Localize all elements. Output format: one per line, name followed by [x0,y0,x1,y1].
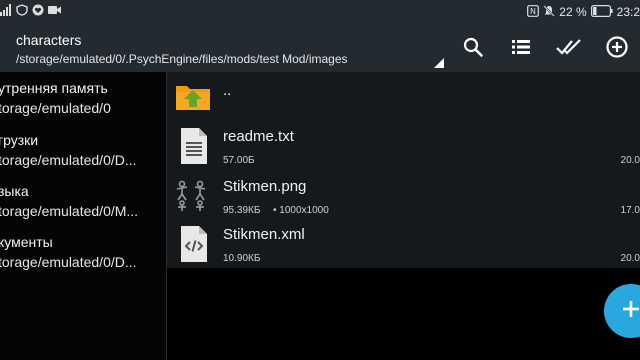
file-name: .. [223,82,232,99]
bookmark-downloads[interactable]: грузки torage/emulated/0/D... [0,124,166,174]
file-list: .. readme.txt 57.00Б 20.0 Stikmen.png 95… [167,72,640,268]
bookmark-path: torage/emulated/0/D... [0,254,137,270]
bookmark-name: утренняя память [0,80,108,96]
add-icon [605,35,629,64]
text-file-icon [173,126,213,166]
bookmark-name: кументы [0,234,53,250]
bookmark-internal-storage[interactable]: утренняя память torage/emulated/0 [0,72,166,122]
mute-icon [543,4,555,20]
battery-text: 22 % [559,5,587,19]
image-dimensions: • 1000x1000 [273,205,329,216]
status-right-area: N 22 % 23:2 [527,4,640,20]
file-row[interactable]: Stikmen.xml 10.90КБ 20.0 [167,220,640,268]
bookmark-documents[interactable]: кументы torage/emulated/0/D... [0,226,166,276]
select-all-icon [556,36,582,63]
file-name: readme.txt [223,128,294,145]
search-button[interactable] [459,35,487,63]
shield-icon [16,3,28,21]
file-date: 20.0 [620,253,640,264]
file-name: Stikmen.png [223,178,307,195]
signal-icon [0,3,12,21]
add-button[interactable] [603,35,631,63]
file-name: Stikmen.xml [223,226,305,243]
file-size: 10.90КБ [223,253,261,264]
bookmark-path: torage/emulated/0 [0,100,111,116]
video-icon [48,3,61,21]
search-icon [462,36,484,63]
folder-up-icon [173,76,213,116]
add-icon [620,298,640,325]
bookmark-name: грузки [0,132,39,148]
heart-icon [32,3,44,21]
file-row[interactable]: readme.txt 57.00Б 20.0 [167,122,640,170]
file-row[interactable]: Stikmen.png 95.39КБ • 1000x1000 17.0 [167,172,640,220]
list-view-button[interactable] [507,35,535,63]
bookmark-music[interactable]: зыка torage/emulated/0/M... [0,175,166,225]
bookmark-path: torage/emulated/0/D... [0,152,137,168]
list-view-icon [510,36,532,63]
code-file-icon [173,224,213,264]
image-thumbnail-icon [173,176,213,216]
app-toolbar: characters /storage/emulated/0/.PsychEng… [0,26,640,72]
file-size: 57.00Б [223,155,255,166]
status-bar: N 22 % 23:2 [0,0,640,26]
file-date: 20.0 [620,155,640,166]
file-size: 95.39КБ [223,205,261,216]
current-path[interactable]: /storage/emulated/0/.PsychEngine/files/m… [16,52,348,66]
file-date: 17.0 [620,205,640,216]
nfc-icon: N [527,4,540,20]
bookmarks-panel: утренняя память torage/emulated/0 грузки… [0,72,166,360]
path-corner-indicator [434,58,444,68]
file-list-panel: .. readme.txt 57.00Б 20.0 Stikmen.png 95… [167,72,640,360]
folder-title: characters [16,32,82,48]
bookmark-name: зыка [0,183,29,199]
file-row-parent[interactable]: .. [167,72,640,120]
clock: 23:2 [616,5,640,19]
battery-icon [590,4,613,20]
svg-text:N: N [530,7,536,16]
select-all-button[interactable] [555,35,583,63]
status-left-icons [0,4,61,20]
bookmark-path: torage/emulated/0/M... [0,203,139,219]
